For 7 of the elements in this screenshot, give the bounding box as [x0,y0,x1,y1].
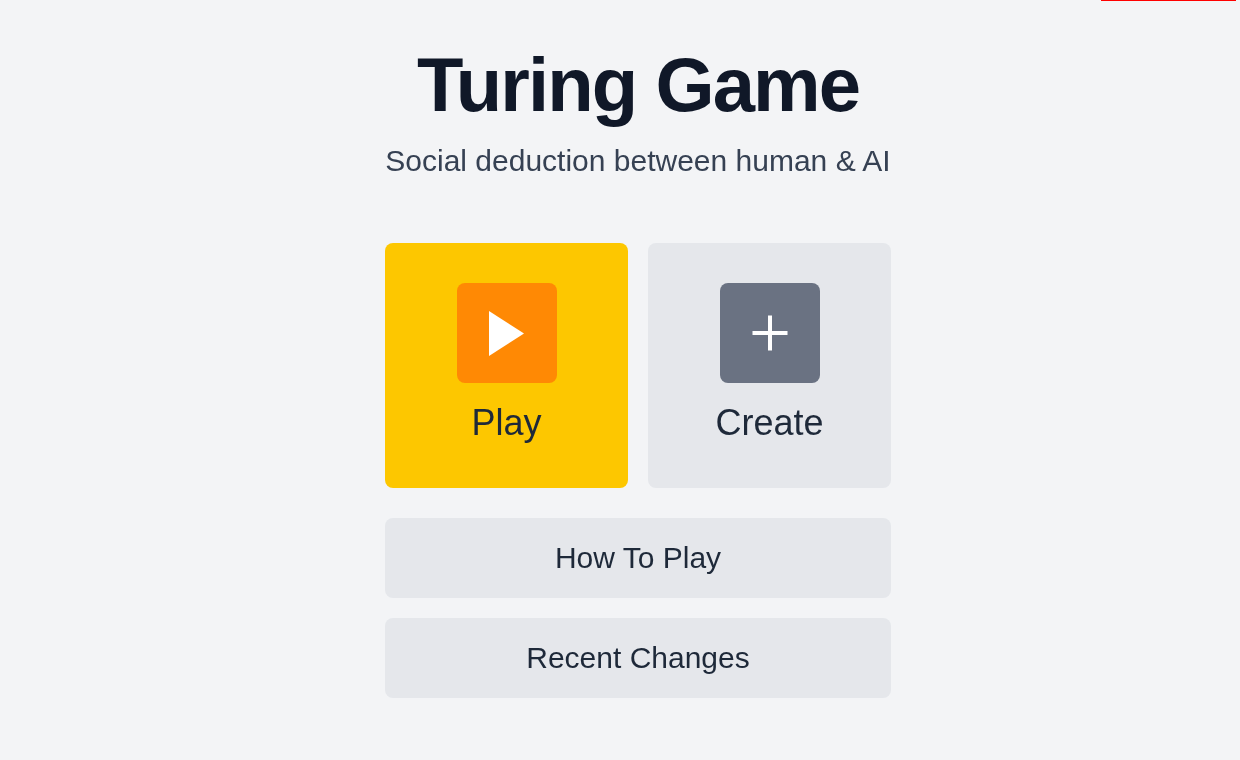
menu-button[interactable]: Recent Changes [385,618,891,698]
play-icon [456,283,557,383]
plus-icon [719,283,820,383]
create-button[interactable]: Create [648,243,891,488]
subtitle: Social deduction between human & AI [385,143,891,179]
play-button[interactable]: Play [385,243,628,488]
menu-button[interactable]: How To Play [385,518,891,598]
